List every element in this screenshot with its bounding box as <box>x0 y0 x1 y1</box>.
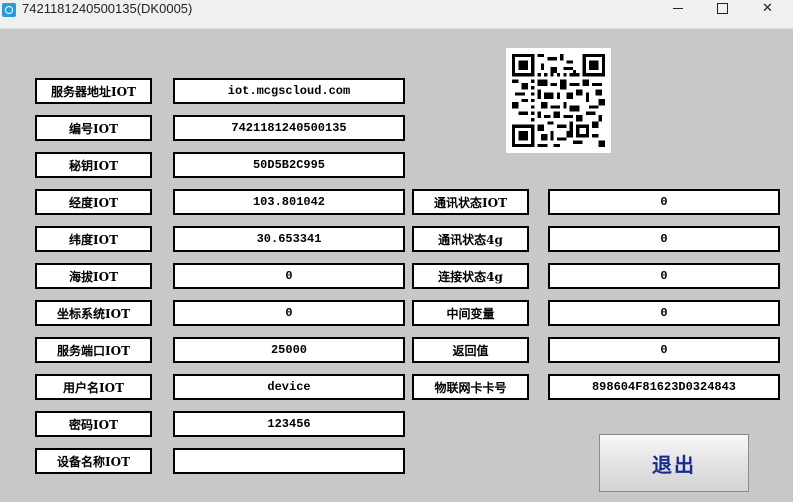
username-field[interactable]: device <box>173 374 405 400</box>
server-port-field[interactable]: 25000 <box>173 337 405 363</box>
mid-variable-label: 中间变量 <box>412 300 529 326</box>
server-address-label: 服务器地址IOT <box>35 78 152 104</box>
close-icon: ✕ <box>762 0 773 16</box>
id-field[interactable]: 7421181240500135 <box>173 115 405 141</box>
coord-system-field[interactable]: 0 <box>173 300 405 326</box>
window-title: 7421181240500135(DK0005) <box>22 1 193 16</box>
id-label: 编号IOT <box>35 115 152 141</box>
conn-status-4g-value: 0 <box>548 263 780 289</box>
iot-card-number-label: 物联网卡卡号 <box>412 374 529 400</box>
latitude-field[interactable]: 30.653341 <box>173 226 405 252</box>
minimize-button[interactable] <box>655 0 700 16</box>
comm-status-iot-label: 通讯状态IOT <box>412 189 529 215</box>
maximize-icon <box>717 2 728 14</box>
close-button[interactable]: ✕ <box>745 0 790 16</box>
longitude-field[interactable]: 103.801042 <box>173 189 405 215</box>
iot-card-number-value: 898604F81623D0324843 <box>548 374 780 400</box>
key-field[interactable]: 50D5B2C995 <box>173 152 405 178</box>
comm-status-4g-label: 通讯状态4g <box>412 226 529 252</box>
exit-button[interactable]: 退出 <box>599 434 749 492</box>
server-address-field[interactable]: iot.mcgscloud.com <box>173 78 405 104</box>
latitude-label: 纬度IOT <box>35 226 152 252</box>
title-bar: 7421181240500135(DK0005) ✕ <box>0 0 793 29</box>
password-field[interactable]: 123456 <box>173 411 405 437</box>
mid-variable-value: 0 <box>548 300 780 326</box>
app-icon <box>2 3 16 17</box>
maximize-button[interactable] <box>700 0 745 16</box>
password-label: 密码IOT <box>35 411 152 437</box>
altitude-label: 海拔IOT <box>35 263 152 289</box>
username-label: 用户名IOT <box>35 374 152 400</box>
device-name-label: 设备名称IOT <box>35 448 152 474</box>
comm-status-4g-value: 0 <box>548 226 780 252</box>
qr-code-icon <box>506 48 611 153</box>
return-value-label: 返回值 <box>412 337 529 363</box>
conn-status-4g-label: 连接状态4g <box>412 263 529 289</box>
altitude-field[interactable]: 0 <box>173 263 405 289</box>
key-label: 秘钥IOT <box>35 152 152 178</box>
longitude-label: 经度IOT <box>35 189 152 215</box>
coord-system-label: 坐标系统IOT <box>35 300 152 326</box>
comm-status-iot-value: 0 <box>548 189 780 215</box>
return-value-value: 0 <box>548 337 780 363</box>
server-port-label: 服务端口IOT <box>35 337 152 363</box>
device-name-field[interactable] <box>173 448 405 474</box>
minimize-icon <box>672 7 683 9</box>
